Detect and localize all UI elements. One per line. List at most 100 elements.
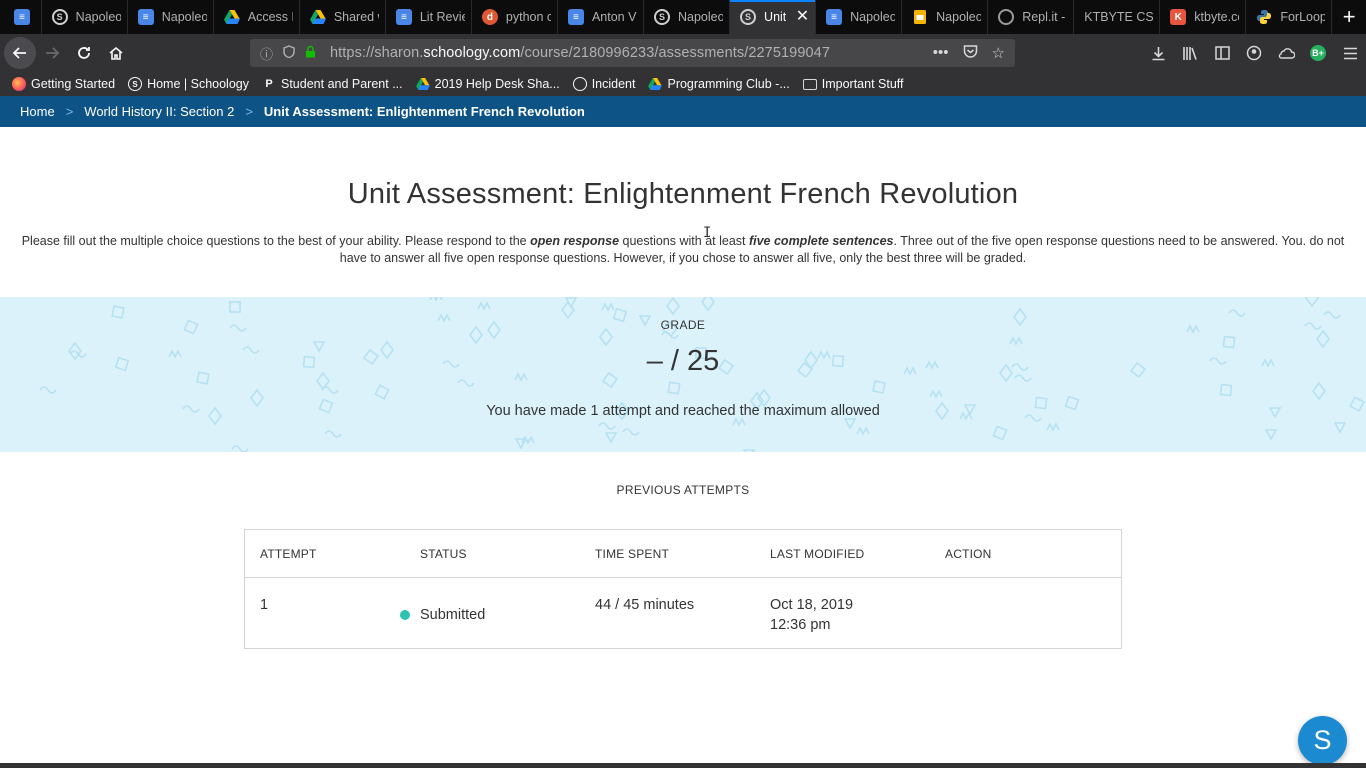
instructions-emphasis: open response <box>530 234 620 248</box>
tab-title: Napoleo <box>678 10 724 24</box>
browser-tab[interactable]: Napoleo <box>902 0 989 34</box>
browser-tab[interactable]: S Napoleo <box>42 0 128 34</box>
google-docs-icon: ≡ <box>137 9 154 25</box>
browser-tab[interactable]: S Napoleo <box>644 0 731 34</box>
browser-tab[interactable]: S Unit ✕ <box>730 0 817 34</box>
google-docs-icon: ≡ <box>395 9 412 25</box>
tab-title: Anton Vi <box>591 10 637 24</box>
tab-title: Napoleo <box>850 10 896 24</box>
header-action: ACTION <box>945 546 992 561</box>
extension-icon[interactable] <box>1270 37 1302 69</box>
browser-tab[interactable]: Kktbyte.co <box>1160 0 1247 34</box>
bookmarks-bar: Getting Started S Home | Schoology P Student… <box>0 72 1366 96</box>
bookmark-item[interactable]: P Student and Parent ... <box>262 77 403 91</box>
reload-button[interactable] <box>68 37 100 69</box>
breadcrumb-course-link[interactable]: World History II: Section 2 <box>84 104 234 119</box>
header-last-modified: LAST MODIFIED <box>770 546 865 561</box>
browser-tab[interactable]: Access D <box>214 0 300 34</box>
browser-toolbar: ⓘ https://sharon.schoology.com/course/21… <box>0 34 1366 72</box>
instructions-text: Please fill out the multiple choice ques… <box>21 234 531 248</box>
google-drive-icon <box>415 77 430 91</box>
bookmark-item[interactable]: Important Stuff <box>802 77 904 91</box>
tab-title: Shared w <box>333 10 379 24</box>
bookmark-item[interactable]: Getting Started <box>12 77 115 91</box>
text-cursor-icon: I <box>703 225 712 241</box>
account-icon[interactable] <box>1238 37 1270 69</box>
last-modified-time: 12:36 pm <box>770 617 831 633</box>
breadcrumb-current: Unit Assessment: Enlightenment French Re… <box>263 104 585 119</box>
ktbyte-icon: K <box>1170 9 1187 25</box>
bookmark-label: Home | Schoology <box>147 77 249 91</box>
browser-tab[interactable]: ForLoop <box>1246 0 1333 34</box>
page-actions-icon[interactable]: ••• <box>933 44 949 62</box>
browser-tab[interactable]: ≡ Lit Revie <box>386 0 472 34</box>
tab-title: Napoleo <box>75 10 121 24</box>
google-docs-icon: ≡ <box>13 9 30 25</box>
table-header-row: ATTEMPT STATUS TIME SPENT LAST MODIFIED … <box>245 530 1121 578</box>
url-bar[interactable]: ⓘ https://sharon.schoology.com/course/21… <box>250 39 1015 67</box>
instructions-emphasis: five complete sentences <box>748 234 894 248</box>
browser-tab[interactable]: d python c <box>472 0 558 34</box>
browser-tab[interactable]: ≡ Napoleo <box>816 0 903 34</box>
bookmark-item[interactable]: S Home | Schoology <box>128 77 249 91</box>
replit-icon <box>998 9 1015 25</box>
grade-value: – / 25 <box>646 345 720 377</box>
library-icon[interactable] <box>1174 37 1206 69</box>
schoology-icon: S <box>51 9 68 25</box>
tab-title: KTBYTE CS0 <box>1084 10 1154 24</box>
forward-button[interactable] <box>36 37 68 69</box>
python-icon <box>1256 9 1272 25</box>
help-chat-button[interactable]: S <box>1298 716 1347 765</box>
schoology-icon: S <box>128 77 143 91</box>
bottom-bar <box>0 763 1366 768</box>
attempt-number: 1 <box>260 597 269 613</box>
tab-title: Unit <box>764 10 787 24</box>
info-icon[interactable]: ⓘ <box>260 44 273 63</box>
home-icon <box>109 46 123 60</box>
sidebar-icon[interactable] <box>1206 37 1238 69</box>
menu-button[interactable] <box>1334 37 1366 69</box>
google-drive-icon <box>648 77 663 91</box>
browser-tab[interactable]: ≡ Napoleo <box>128 0 214 34</box>
hamburger-menu-icon <box>1343 47 1357 59</box>
new-tab-icon[interactable]: + <box>1332 0 1366 34</box>
page-title: Unit Assessment: Enlightenment French Re… <box>347 178 1019 210</box>
breadcrumb-separator: > <box>245 104 253 119</box>
bookmark-item[interactable]: Programming Club -... <box>648 77 790 91</box>
browser-tab[interactable]: KTBYTE CS0 <box>1074 0 1161 34</box>
lock-icon[interactable] <box>305 45 316 61</box>
close-tab-icon[interactable]: ✕ <box>796 9 809 25</box>
tab-title: python c <box>505 10 551 24</box>
status-text: Submitted <box>420 607 486 623</box>
home-button[interactable] <box>100 37 132 69</box>
back-button[interactable] <box>4 37 36 69</box>
google-slides-icon <box>912 9 928 25</box>
tab-title: Access D <box>247 10 293 24</box>
last-modified: Oct 18, 2019 12:36 pm <box>770 595 945 635</box>
browser-tab[interactable]: Shared w <box>300 0 386 34</box>
google-docs-icon: ≡ <box>567 9 584 25</box>
pocket-icon[interactable] <box>963 44 978 62</box>
toolbar-right: B+ <box>1142 34 1366 72</box>
download-icon[interactable] <box>1142 37 1174 69</box>
bookmark-star-icon[interactable]: ☆ <box>992 44 1005 62</box>
bookmark-label: Student and Parent ... <box>281 77 403 91</box>
breadcrumb-home-link[interactable]: Home <box>20 104 55 119</box>
extension-badge: B+ <box>1310 45 1326 61</box>
status-cell: Submitted <box>400 595 595 625</box>
tracking-shield-icon[interactable] <box>283 45 295 61</box>
table-row: 1 Submitted 44 / 45 minutes Oct 18, 2019… <box>245 578 1121 648</box>
tab-title: Napoleo <box>936 10 982 24</box>
attempts-note: You have made 1 attempt and reached the … <box>486 403 880 419</box>
bookmark-item[interactable]: Incident <box>572 77 636 91</box>
browser-tab[interactable]: ≡ Anton Vi <box>558 0 644 34</box>
url-text[interactable]: https://sharon.schoology.com/course/2180… <box>330 45 830 61</box>
browser-tab[interactable]: ≡ <box>4 0 42 34</box>
extension-badge-button[interactable]: B+ <box>1302 37 1334 69</box>
browser-tab[interactable]: Repl.it - <box>988 0 1075 34</box>
bookmark-label: Incident <box>591 77 636 91</box>
schoology-icon: S <box>654 9 670 25</box>
bookmark-item[interactable]: 2019 Help Desk Sha... <box>415 77 560 91</box>
schoology-icon: S <box>740 9 757 25</box>
reload-icon <box>78 47 90 59</box>
